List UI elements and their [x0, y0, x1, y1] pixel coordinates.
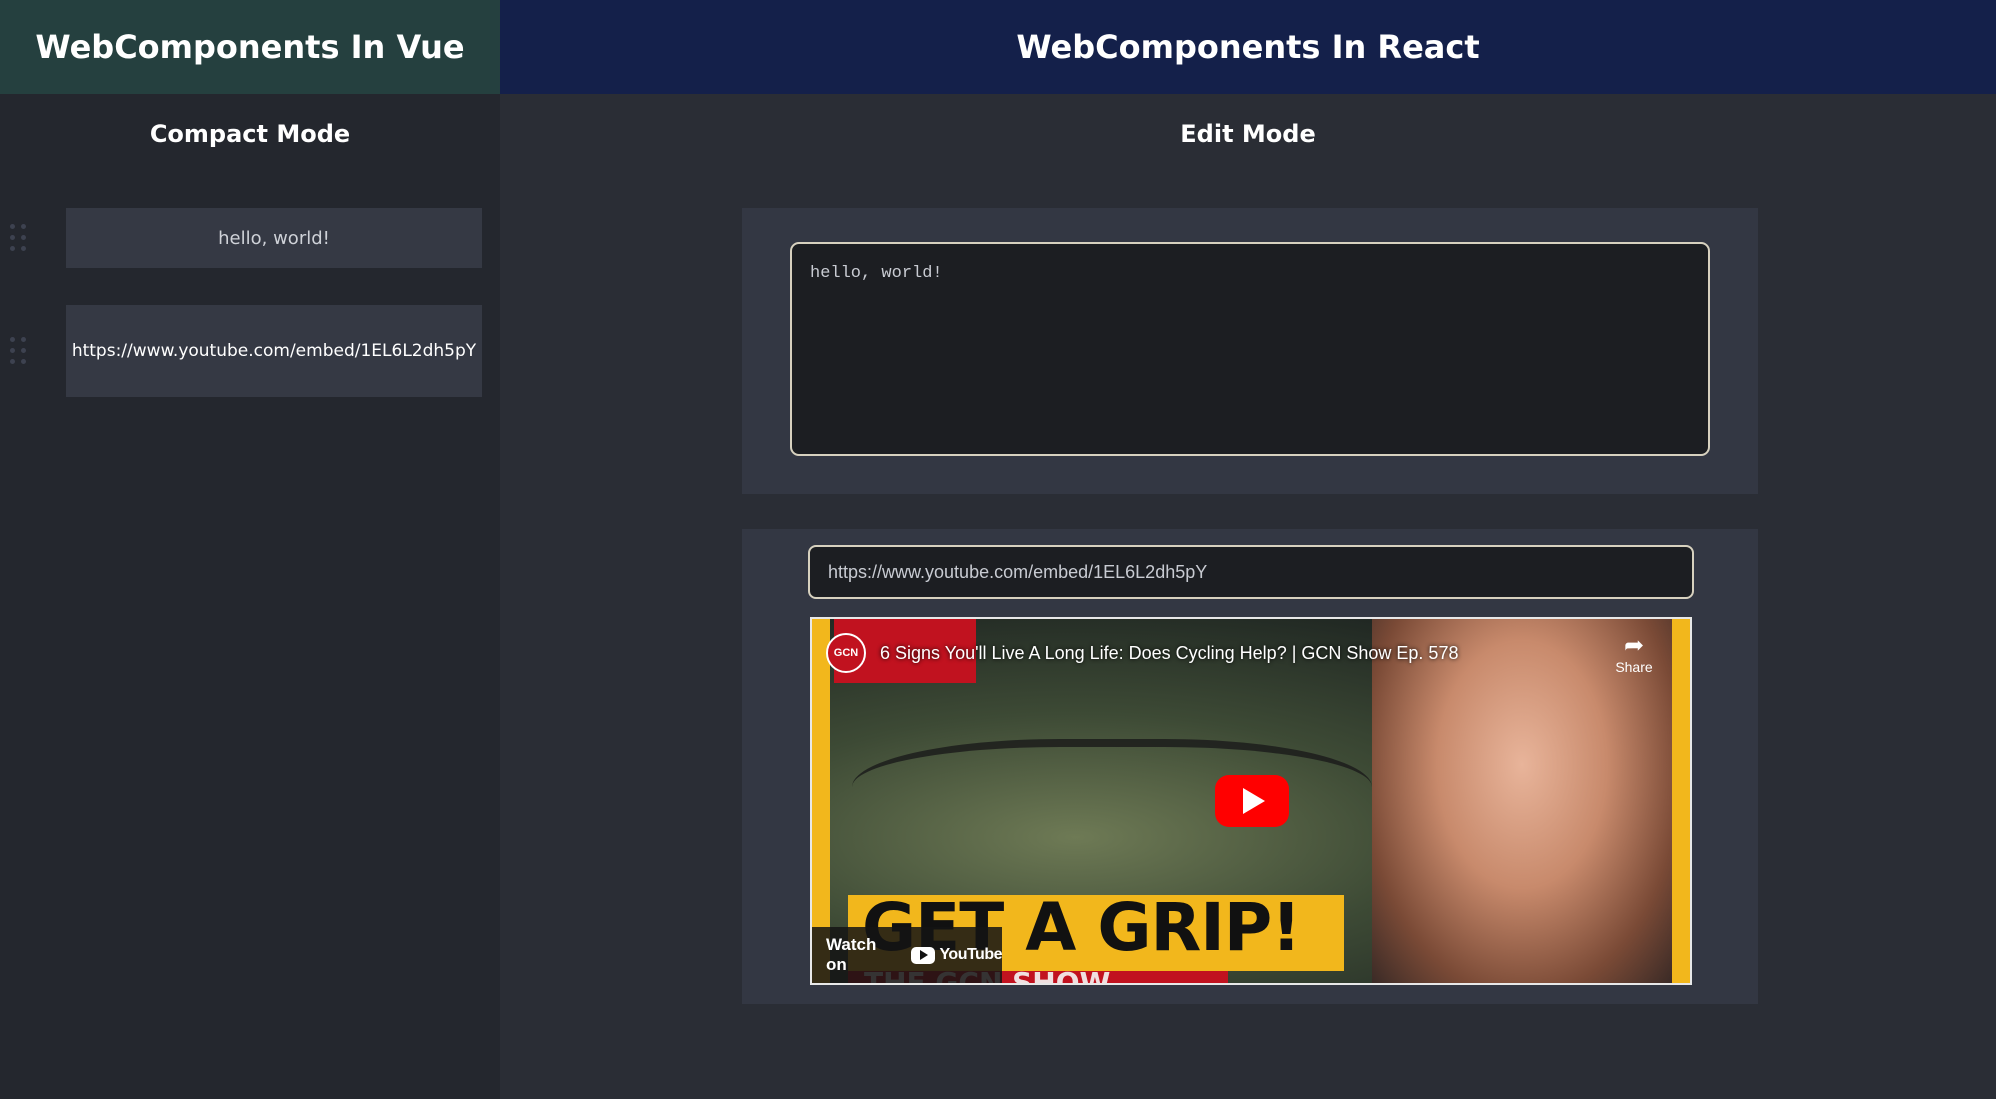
- channel-logo[interactable]: GCN: [826, 633, 866, 673]
- vue-header-title: WebComponents In Vue: [35, 28, 465, 66]
- drag-handle-icon[interactable]: [10, 224, 26, 251]
- share-button[interactable]: ➦ Share: [1608, 632, 1660, 676]
- youtube-label: YouTube: [939, 946, 1002, 963]
- thumbnail-handlebar: [852, 739, 1372, 859]
- compact-mode-title: Compact Mode: [149, 120, 351, 148]
- share-label: Share: [1615, 659, 1653, 675]
- vue-header: WebComponents In Vue: [0, 0, 500, 94]
- react-header-title: WebComponents In React: [1016, 28, 1480, 66]
- thumbnail-stripe-right: [1672, 619, 1690, 983]
- video-url-input[interactable]: [808, 545, 1694, 599]
- play-button[interactable]: [1215, 775, 1289, 827]
- video-title[interactable]: 6 Signs You'll Live A Long Life: Does Cy…: [880, 643, 1458, 664]
- text-block-textarea[interactable]: hello, world!: [790, 242, 1710, 456]
- edit-mode-title: Edit Mode: [1180, 120, 1316, 148]
- play-icon: [1243, 788, 1265, 814]
- compact-video-item[interactable]: https://www.youtube.com/embed/1EL6L2dh5p…: [66, 305, 482, 397]
- youtube-logo: YouTube: [911, 946, 1002, 964]
- vue-pane: WebComponents In Vue Compact Mode hello,…: [0, 0, 500, 1099]
- watch-on-label: Watch on: [826, 935, 877, 974]
- compact-text-item[interactable]: hello, world!: [66, 208, 482, 268]
- drag-handle-icon[interactable]: [10, 337, 26, 364]
- share-icon: ➦: [1623, 632, 1645, 659]
- text-block-card: hello, world!: [742, 208, 1758, 494]
- watch-on-youtube-button[interactable]: Watch on YouTube: [812, 927, 1002, 983]
- compact-video-url: https://www.youtube.com/embed/1EL6L2dh5p…: [71, 341, 477, 361]
- react-pane: WebComponents In React Edit Mode hello, …: [500, 0, 1996, 1099]
- video-block-card: GCN 6 Signs You'll Live A Long Life: Doe…: [742, 529, 1758, 1004]
- react-header: WebComponents In React: [500, 0, 1996, 94]
- youtube-embed[interactable]: GCN 6 Signs You'll Live A Long Life: Doe…: [810, 617, 1692, 985]
- youtube-icon: [911, 946, 936, 964]
- compact-text-value: hello, world!: [218, 227, 330, 249]
